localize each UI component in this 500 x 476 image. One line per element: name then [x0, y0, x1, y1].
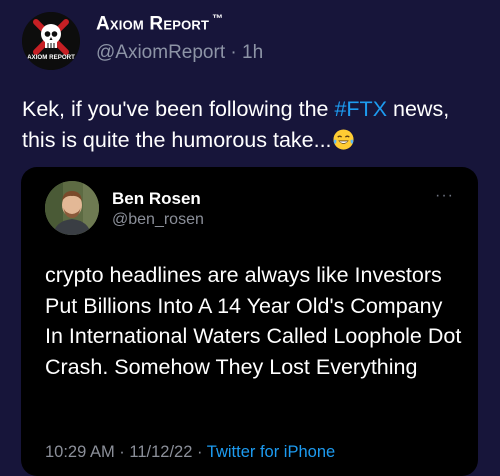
- quoted-source-link[interactable]: Twitter for iPhone: [207, 443, 335, 461]
- tweet-text-before: Kek, if you've been following the: [22, 97, 335, 121]
- tweet-text: Kek, if you've been following the #FTX n…: [22, 94, 482, 156]
- ben-rosen-avatar[interactable]: [45, 181, 99, 235]
- hashtag-link[interactable]: #FTX: [334, 97, 387, 121]
- trademark-symbol: ™: [212, 13, 224, 25]
- timestamp[interactable]: 1h: [242, 42, 263, 63]
- quoted-date[interactable]: 11/12/22: [129, 443, 192, 461]
- quoted-author-handle[interactable]: @ben_rosen: [112, 211, 204, 229]
- separator: ·: [192, 443, 207, 461]
- face-with-tears-of-joy-icon: [332, 129, 354, 150]
- quoted-time[interactable]: 10:29 AM: [45, 443, 115, 461]
- author-name[interactable]: Axiom Report ™: [96, 13, 223, 35]
- svg-text:AXIOM REPORT: AXIOM REPORT: [27, 54, 75, 61]
- quoted-tweet-card[interactable]: Ben Rosen @ben_rosen ··· crypto headline…: [21, 167, 478, 476]
- quoted-tweet-meta: 10:29 AM · 11/12/22 · Twitter for iPhone: [45, 443, 335, 462]
- author-name-text: Axiom Report: [96, 13, 210, 35]
- profile-photo-icon: [45, 181, 99, 235]
- author-handle[interactable]: @AxiomReport: [96, 42, 225, 63]
- skull-logo-icon: AXIOM REPORT: [22, 12, 80, 70]
- separator: ·: [114, 443, 130, 461]
- separator: ·: [225, 42, 242, 63]
- quoted-tweet-text: crypto headlines are always like Investo…: [45, 263, 462, 379]
- author-handle-line: @AxiomReport · 1h: [96, 42, 263, 64]
- more-options-icon[interactable]: ···: [435, 187, 454, 205]
- quoted-author-name[interactable]: Ben Rosen: [112, 189, 201, 209]
- axiom-report-avatar[interactable]: AXIOM REPORT: [22, 12, 80, 70]
